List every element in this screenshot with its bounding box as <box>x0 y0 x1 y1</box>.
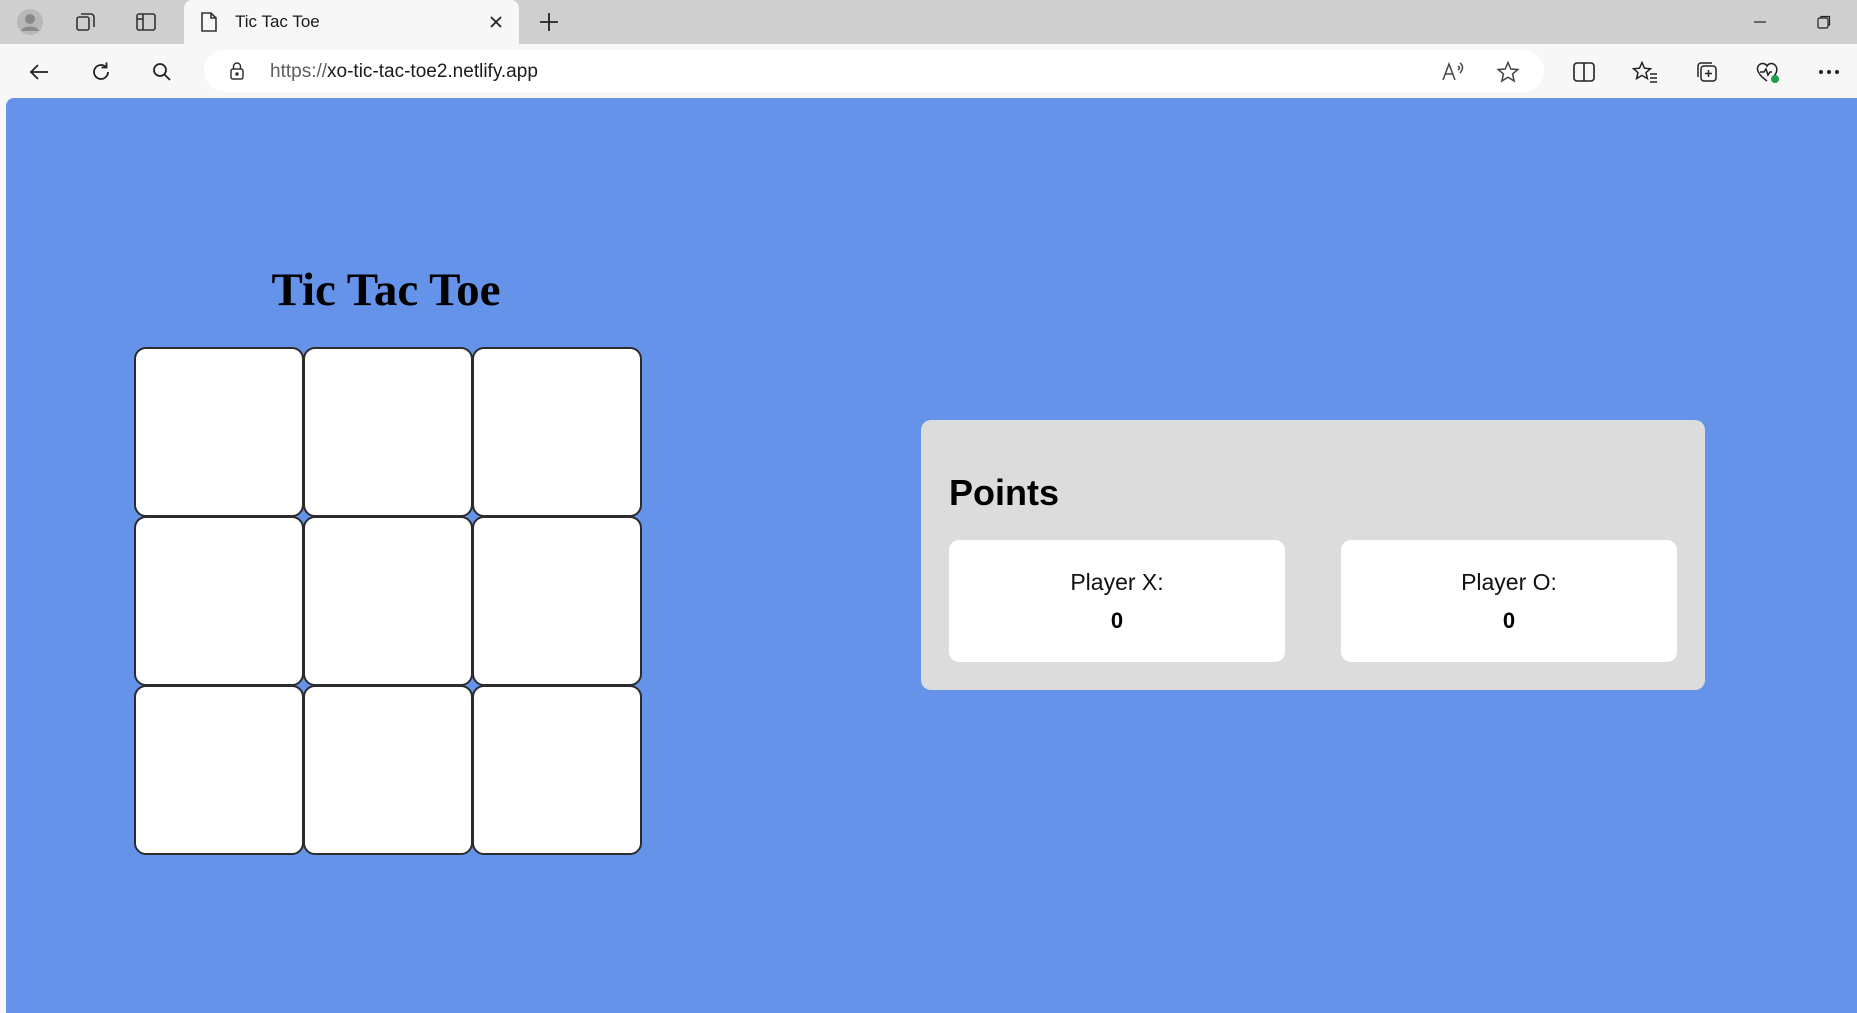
browser-title-bar: Tic Tac Toe <box>0 0 1857 44</box>
board-cell-3[interactable] <box>472 347 642 517</box>
profile-avatar-icon[interactable] <box>14 6 46 38</box>
more-options-icon[interactable] <box>1812 55 1846 89</box>
player-o-score-card: Player O: 0 <box>1341 540 1677 662</box>
back-icon[interactable] <box>22 55 56 89</box>
refresh-icon[interactable] <box>84 55 118 89</box>
read-aloud-icon[interactable] <box>1440 58 1468 86</box>
points-panel: Points Player X: 0 Player O: 0 <box>921 420 1705 690</box>
page-title: Tic Tac Toe <box>271 264 501 316</box>
restore-window-icon[interactable] <box>1804 8 1844 36</box>
favorite-star-icon[interactable] <box>1494 58 1522 86</box>
lock-icon[interactable] <box>226 60 248 82</box>
board-cell-7[interactable] <box>134 685 304 855</box>
favorites-icon[interactable] <box>1628 55 1662 89</box>
minimize-window-icon[interactable] <box>1740 8 1780 36</box>
points-heading: Points <box>949 472 1060 513</box>
page-viewport: Tic Tac Toe Points Player X: 0 Player O:… <box>6 98 1857 1013</box>
player-x-score-card: Player X: 0 <box>949 540 1285 662</box>
tab-title: Tic Tac Toe <box>235 12 320 31</box>
browser-toolbar: https://xo-tic-tac-toe2.netlify.app <box>0 44 1857 98</box>
board-cell-2[interactable] <box>303 347 473 517</box>
new-tab-icon[interactable] <box>535 8 563 36</box>
close-tab-icon[interactable] <box>484 10 508 34</box>
collections-icon[interactable] <box>1690 55 1724 89</box>
address-bar[interactable]: https://xo-tic-tac-toe2.netlify.app <box>204 50 1544 92</box>
vertical-tabs-icon[interactable] <box>130 6 162 38</box>
board-cell-6[interactable] <box>472 516 642 686</box>
game-board <box>134 347 642 855</box>
workspaces-icon[interactable] <box>70 6 102 38</box>
url-host: xo-tic-tac-toe2.netlify.app <box>327 61 538 82</box>
board-cell-1[interactable] <box>134 347 304 517</box>
player-x-label: Player X: <box>1070 569 1164 595</box>
board-cell-5[interactable] <box>303 516 473 686</box>
board-cell-9[interactable] <box>472 685 642 855</box>
url-protocol: https:// <box>270 61 328 82</box>
split-screen-icon[interactable] <box>1567 55 1601 89</box>
active-tab[interactable]: Tic Tac Toe <box>184 0 519 44</box>
player-o-label: Player O: <box>1461 569 1557 595</box>
url-text[interactable]: https://xo-tic-tac-toe2.netlify.app <box>270 61 538 83</box>
search-icon[interactable] <box>145 55 179 89</box>
page-favicon-icon <box>198 11 220 33</box>
browser-essentials-icon[interactable] <box>1751 55 1785 89</box>
player-o-score: 0 <box>1502 608 1516 633</box>
player-x-score: 0 <box>1110 608 1124 633</box>
board-cell-4[interactable] <box>134 516 304 686</box>
board-cell-8[interactable] <box>303 685 473 855</box>
